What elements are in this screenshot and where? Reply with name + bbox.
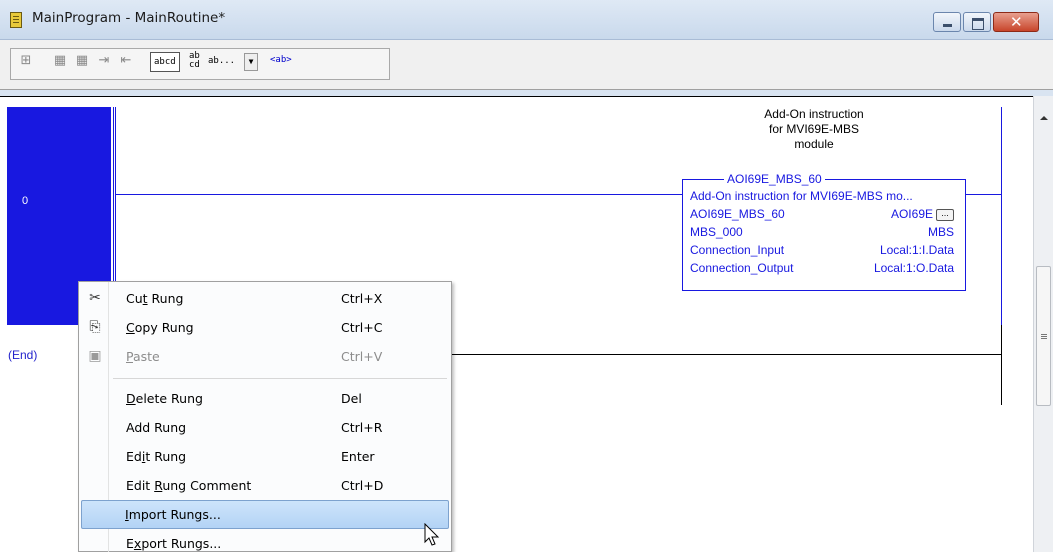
- comment-line: Add-On instruction: [764, 107, 864, 121]
- aoi-operand-value: AOI69E: [890, 207, 933, 221]
- tag-display-button[interactable]: <ab>: [270, 55, 292, 65]
- menu-item-copy-rung[interactable]: ⎘ Copy Rung Ctrl+C: [81, 313, 449, 342]
- menu-item-paste[interactable]: ▣ Paste Ctrl+V: [81, 342, 449, 371]
- aoi-instance-name: AOI69E_MBS_60: [724, 172, 825, 186]
- aoi-operand-label: Connection_Input: [690, 243, 785, 257]
- compact-bottom-text: cd: [189, 60, 200, 70]
- aoi-description: Add-On instruction for MVI69E-MBS mo...: [690, 189, 913, 203]
- menu-item-add-rung[interactable]: Add Rung Ctrl+R: [81, 413, 449, 442]
- aoi-instruction-block[interactable]: AOI69E_MBS_60 Add-On instruction for MVI…: [682, 172, 966, 291]
- aoi-operand-value[interactable]: Local:1:I.Data: [880, 243, 954, 257]
- menu-item-shortcut: Ctrl+D: [341, 478, 384, 493]
- minimize-button[interactable]: [933, 12, 961, 32]
- aoi-operand-value[interactable]: Local:1:O.Data: [874, 261, 954, 275]
- vertical-scrollbar[interactable]: [1033, 96, 1053, 552]
- paste-icon: ▣: [88, 348, 102, 364]
- branch-icon[interactable]: ⊞: [18, 54, 34, 68]
- right-power-rail: [1001, 107, 1002, 325]
- scroll-thumb[interactable]: [1036, 266, 1051, 406]
- ladder-editor-window: MainProgram - MainRoutine* ✕ ⊞ ▦ ▦ ⇥ ⇤ a…: [0, 0, 1053, 552]
- menu-item-cut-rung[interactable]: ✂ Cut Rung Ctrl+X: [81, 284, 449, 313]
- menu-item-shortcut: Enter: [341, 449, 375, 464]
- combo-value: ab...: [208, 56, 236, 66]
- close-icon: ✕: [1010, 13, 1023, 31]
- scroll-up-arrow-icon[interactable]: [1040, 116, 1048, 120]
- menu-item-label: Import Rungs...: [125, 507, 221, 522]
- maximize-button[interactable]: [963, 12, 991, 32]
- context-menu: ✂ Cut Rung Ctrl+X ⎘ Copy Rung Ctrl+C ▣ P…: [78, 281, 452, 552]
- menu-item-edit-rung-comment[interactable]: Edit Rung Comment Ctrl+D: [81, 471, 449, 500]
- grip-icon: [1041, 334, 1047, 335]
- window-title: MainProgram - MainRoutine*: [32, 10, 226, 26]
- menu-separator: [113, 378, 447, 379]
- menu-item-shortcut: Ctrl+R: [341, 420, 383, 435]
- aoi-operand-value[interactable]: MBS: [928, 225, 954, 239]
- menu-item-label: Add Rung: [126, 420, 187, 435]
- menu-item-label: Edit Rung: [126, 449, 187, 464]
- aoi-operand-label: AOI69E_MBS_60: [690, 207, 785, 221]
- menu-item-shortcut: Del: [341, 391, 362, 406]
- rung-wire: [966, 194, 1001, 195]
- aoi-properties-button[interactable]: ...: [936, 209, 954, 221]
- rung-wire: [116, 194, 682, 195]
- copy-icon: ⎘: [89, 319, 101, 335]
- import-icon[interactable]: ⇥: [96, 54, 112, 68]
- title-bar[interactable]: MainProgram - MainRoutine* ✕: [0, 0, 1053, 40]
- chevron-down-icon[interactable]: ▼: [244, 53, 258, 71]
- menu-item-label: Cut Rung: [126, 291, 184, 306]
- menu-item-shortcut: Ctrl+C: [341, 320, 383, 335]
- right-power-rail-end: [1001, 325, 1002, 405]
- comment-line: module: [794, 137, 834, 151]
- menu-item-import-rungs[interactable]: Import Rungs...: [81, 500, 449, 529]
- compact-comment-button[interactable]: ab cd: [189, 52, 200, 70]
- tag-description-combo[interactable]: ab... ▼: [208, 53, 258, 71]
- menu-item-delete-rung[interactable]: Delete Rung Del: [81, 384, 449, 413]
- rung-comment[interactable]: Add-On instruction for MVI69E-MBS module: [714, 107, 914, 152]
- rung-number: 0: [22, 195, 29, 207]
- menu-item-label: Delete Rung: [126, 391, 203, 406]
- menu-item-label: Copy Rung: [126, 320, 194, 335]
- export-icon[interactable]: ⇤: [118, 54, 134, 68]
- ladder-routine-icon: [10, 12, 22, 28]
- end-rung-wire: [448, 354, 1001, 355]
- menu-item-shortcut: Ctrl+V: [341, 349, 383, 364]
- menu-item-edit-rung[interactable]: Edit Rung Enter: [81, 442, 449, 471]
- comment-toggle-button[interactable]: abcd: [150, 52, 180, 72]
- menu-item-label: Paste: [126, 349, 160, 364]
- close-button[interactable]: ✕: [993, 12, 1039, 32]
- aoi-operand-label: MBS_000: [690, 225, 743, 239]
- menu-item-label: Export Rungs...: [126, 536, 222, 551]
- rung-icon[interactable]: ▦: [74, 54, 90, 68]
- end-rung-label[interactable]: (End): [8, 348, 37, 362]
- toolbar: ⊞ ▦ ▦ ⇥ ⇤ abcd ab cd ab... ▼ <ab>: [0, 40, 1053, 90]
- aoi-operand-label: Connection_Output: [690, 261, 794, 275]
- cut-icon: ✂: [89, 290, 101, 306]
- menu-item-export-rungs[interactable]: Export Rungs...: [81, 529, 449, 552]
- comment-line: for MVI69E-MBS: [768, 122, 860, 136]
- menu-item-shortcut: Ctrl+X: [341, 291, 383, 306]
- mouse-pointer-icon: [424, 523, 440, 546]
- menu-item-label: Edit Rung Comment: [126, 478, 252, 493]
- rung-icon[interactable]: ▦: [52, 54, 68, 68]
